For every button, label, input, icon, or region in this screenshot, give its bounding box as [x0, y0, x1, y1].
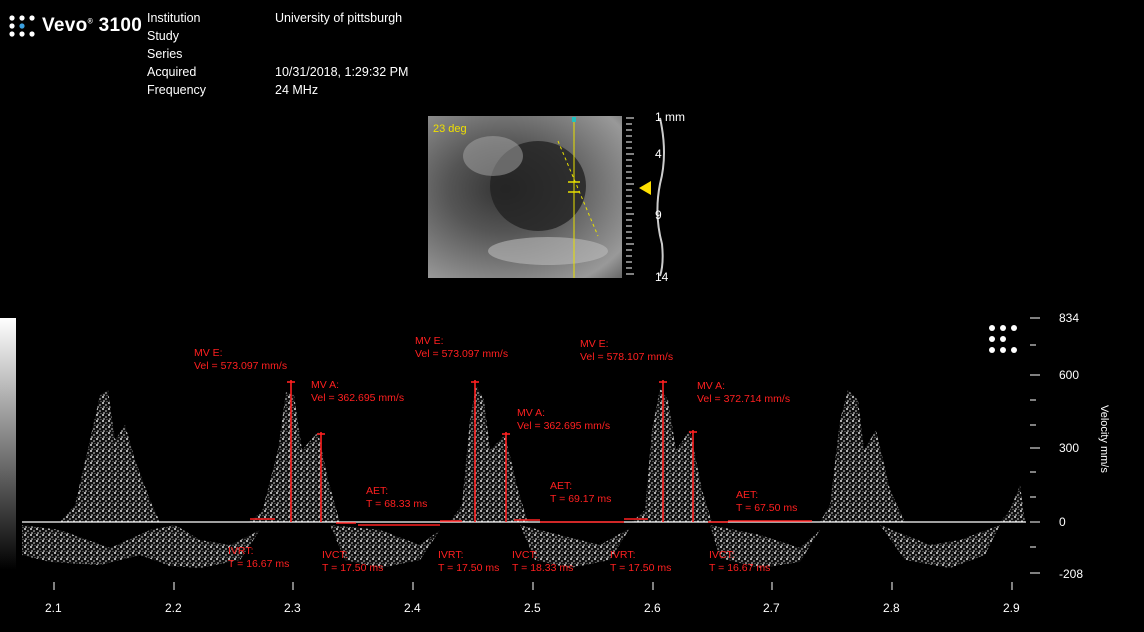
- y-tick-label: 0: [1059, 515, 1066, 529]
- doppler-spectrum: [22, 317, 1040, 590]
- x-tick-label: 2.9: [1003, 601, 1020, 615]
- mv-a-label-1: MV A: Vel = 362.695 mm/s: [311, 379, 405, 404]
- ivct-label-3: IVCT: T = 16.67 ms: [709, 549, 771, 574]
- y-tick-label: 834: [1059, 311, 1080, 325]
- vevo-watermark-icon: [989, 325, 1017, 353]
- x-tick-label: 2.2: [165, 601, 182, 615]
- ivrt-label-3: IVRT: T = 17.50 ms: [610, 549, 672, 574]
- mv-a-label-3: MV A: Vel = 372.714 mm/s: [697, 380, 791, 405]
- aet-label-2: AET: T = 69.17 ms: [550, 480, 612, 505]
- y-tick-label: 600: [1059, 368, 1080, 382]
- mv-e-label-3: MV E: Vel = 578.107 mm/s: [580, 338, 674, 363]
- y-tick-label: -208: [1059, 567, 1084, 581]
- y-tick-label: 300: [1059, 441, 1080, 455]
- ivrt-label-1: IVRT: T = 16.67 ms: [228, 545, 290, 570]
- mv-e-label-1: MV E: Vel = 573.097 mm/s: [194, 347, 288, 372]
- x-tick-label: 2.8: [883, 601, 900, 615]
- mv-a-label-2: MV A: Vel = 362.695 mm/s: [517, 407, 611, 432]
- time-axis-ticks: [53, 582, 1013, 590]
- ivct-label-2: IVCT: T = 18.33 ms: [512, 549, 574, 574]
- x-tick-label: 2.4: [404, 601, 421, 615]
- aet-label-3: AET: T = 67.50 ms: [736, 489, 798, 514]
- mv-e-label-2: MV E: Vel = 573.097 mm/s: [415, 335, 509, 360]
- x-tick-label: 2.6: [644, 601, 661, 615]
- aet-label-1: AET: T = 68.33 ms: [366, 485, 428, 510]
- velocity-axis-title: Velocity mm/s: [1098, 405, 1110, 473]
- x-tick-label: 2.5: [524, 601, 541, 615]
- x-tick-label: 2.1: [45, 601, 62, 615]
- x-tick-label: 2.3: [284, 601, 301, 615]
- ivct-label-1: IVCT: T = 17.50 ms: [322, 549, 384, 574]
- x-tick-label: 2.7: [763, 601, 780, 615]
- ivrt-label-2: IVRT: T = 17.50 ms: [438, 549, 500, 574]
- velocity-axis-ticks: [1030, 317, 1040, 574]
